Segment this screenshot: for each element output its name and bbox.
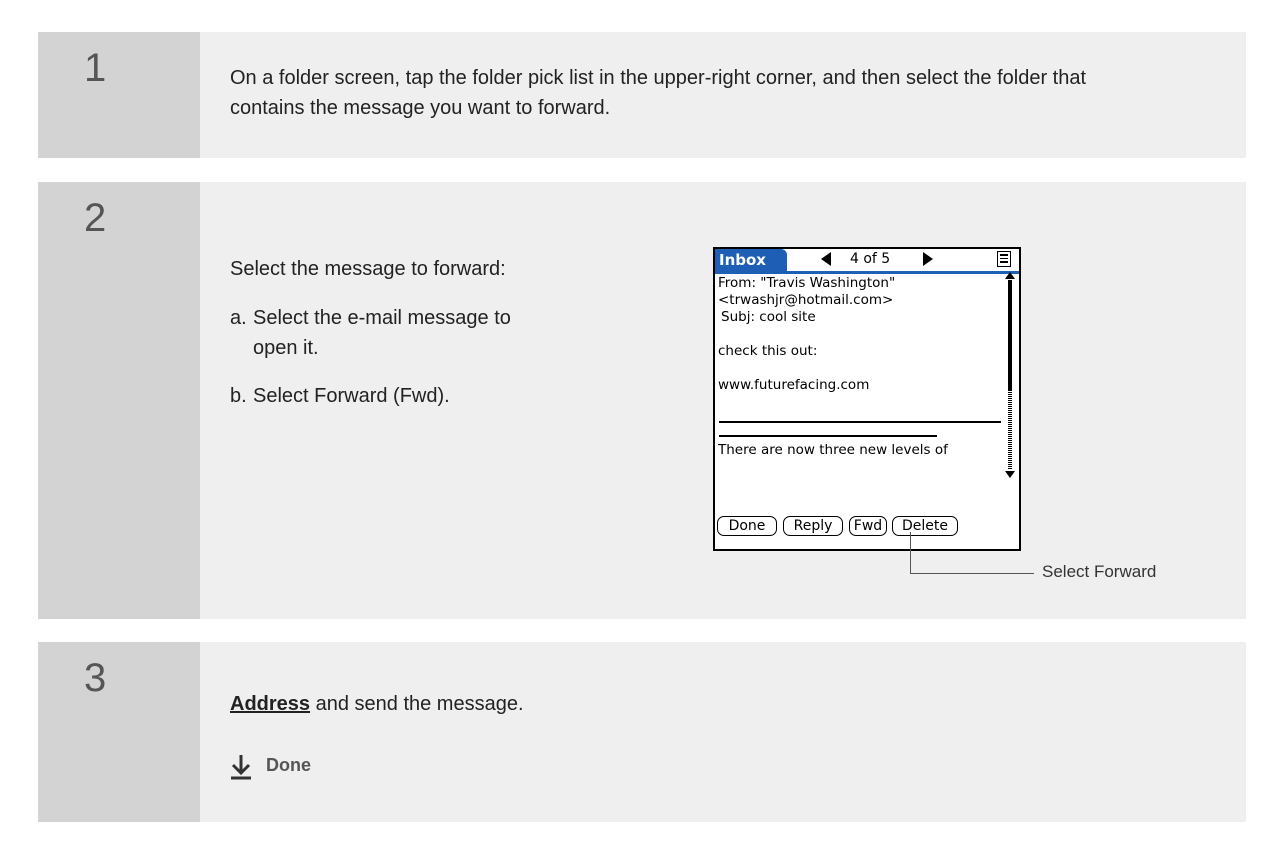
delete-button[interactable]: Delete [892,516,958,536]
substep-line-2: open it. [253,337,319,359]
message-body-line: www.futurefacing.com [718,377,870,393]
callout-line [910,573,1034,574]
step-2: 2 Select the message to forward: a. Sele… [38,182,1246,619]
done-button[interactable]: Done [717,516,777,536]
scrollbar-track[interactable] [1008,390,1012,470]
substep-line-1: Select the e-mail message to [253,307,511,329]
palm-title-bar: Inbox 4 of 5 [715,249,1019,274]
reply-button[interactable]: Reply [783,516,843,536]
step-1: 1 On a folder screen, tap the folder pic… [38,32,1246,158]
divider [719,421,1001,423]
step-content: Address and send the message. Done [200,642,1246,822]
down-arrow-icon [231,755,251,780]
scrollbar-thumb[interactable] [1008,280,1012,390]
address-link[interactable]: Address [230,693,310,715]
step-number-cell: 2 [38,182,200,619]
message-counter: 4 of 5 [850,251,891,267]
step-content: On a folder screen, tap the folder pick … [200,32,1246,158]
step-1-text: On a folder screen, tap the folder pick … [230,67,1087,119]
message-subject: Subj: cool site [721,309,816,325]
step-number: 3 [84,656,107,700]
message-from: From: "Travis Washington" [718,275,896,291]
step-number-cell: 3 [38,642,200,822]
message-body-line: There are now three new levels of [718,442,948,458]
step-3: 3 Address and send the message. Done [38,642,1246,822]
callout-label: Select Forward [1042,562,1157,581]
step-3-rest: and send the message. [310,693,524,715]
step-content: Select the message to forward: a. Select… [200,182,1246,619]
scroll-up-arrow-icon[interactable] [1005,272,1015,279]
step-3-text: Address and send the message. [230,689,524,719]
substep-letter: b. [230,385,247,407]
step-2-intro: Select the message to forward: [230,258,506,280]
step-number-cell: 1 [38,32,200,158]
step-number: 2 [84,196,107,240]
substep-text: Select Forward (Fwd). [253,385,450,407]
next-arrow-icon[interactable] [923,252,933,266]
previous-arrow-icon[interactable] [821,252,831,266]
message-email: <trwashjr@hotmail.com> [718,292,894,308]
menu-icon[interactable] [997,251,1011,267]
substep-b: b. Select Forward (Fwd). [230,381,650,411]
substep-letter: a. [230,307,247,329]
scroll-down-arrow-icon[interactable] [1005,471,1015,478]
substep-text: Select the e-mail message to open it. [253,303,511,363]
step-number: 1 [84,46,107,90]
done-label: Done [266,755,311,775]
callout-line [910,532,911,574]
substep-a: a. Select the e-mail message to open it. [230,303,650,363]
divider [719,435,937,437]
folder-pick-list[interactable]: Inbox [715,249,787,271]
message-body-line: check this out: [718,343,818,359]
forward-button[interactable]: Fwd [849,516,887,536]
palm-screenshot: Inbox 4 of 5 From: "Travis Washington" <… [713,247,1021,551]
